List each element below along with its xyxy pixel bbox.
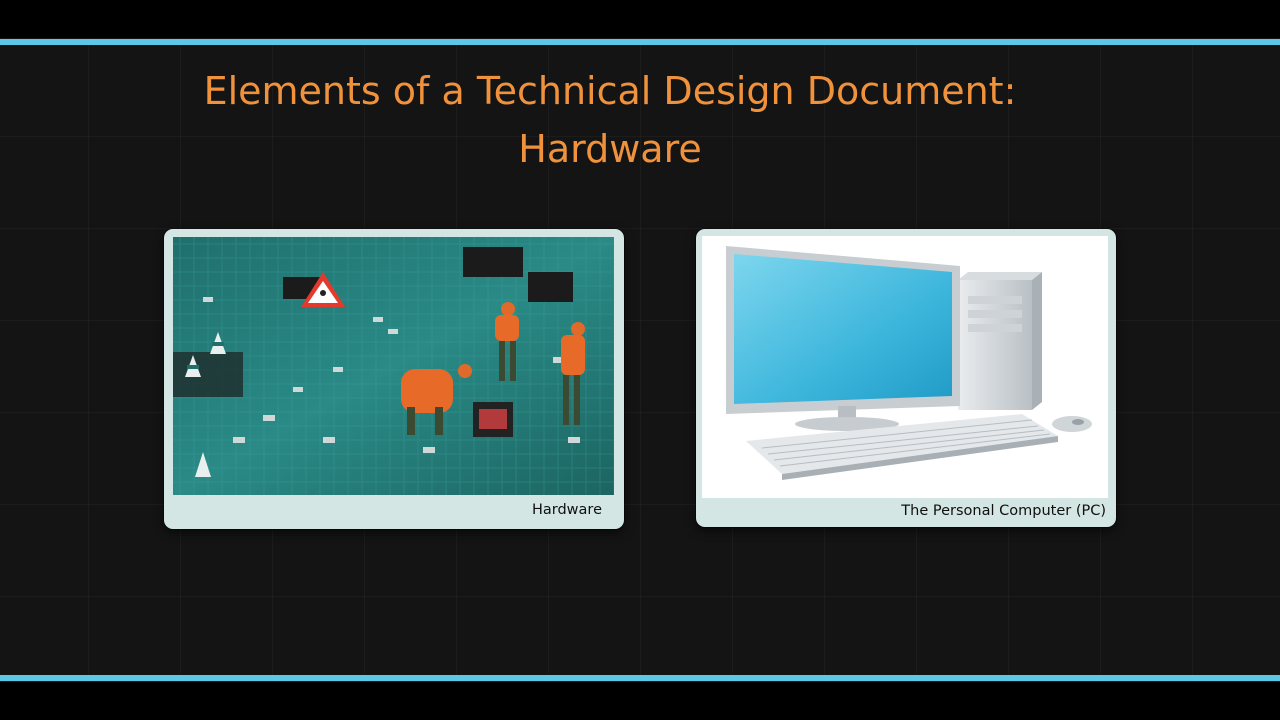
slide-title-line2: Hardware [518,127,702,171]
hardware-figure-card: Hardware [164,229,624,529]
personal-computer-photo [702,236,1108,498]
pc-figure-card: The Personal Computer (PC) [696,229,1116,527]
pc-caption: The Personal Computer (PC) [901,503,1106,519]
slide-title-line1: Elements of a Technical Design Document: [203,69,1017,113]
hardware-caption: Hardware [531,502,602,518]
circuit-board-photo [173,237,614,495]
bottom-accent-bar [0,675,1280,681]
top-accent-bar [0,39,1280,45]
